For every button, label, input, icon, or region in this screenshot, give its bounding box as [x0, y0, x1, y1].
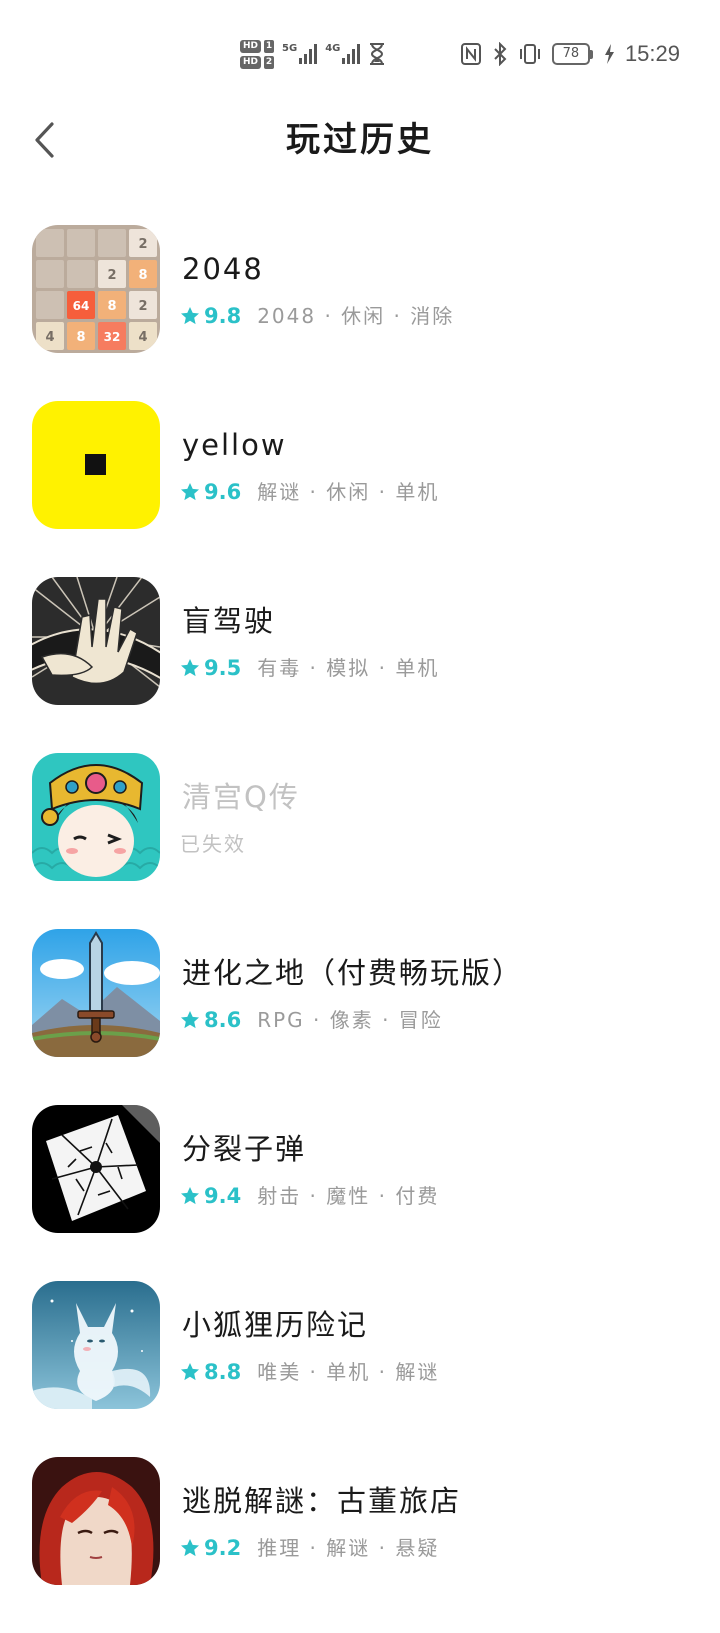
antique-hotel-icon	[32, 1457, 160, 1585]
svg-text:2: 2	[138, 237, 147, 252]
evoland-icon	[32, 929, 160, 1057]
list-item[interactable]: yellow 9.6 解谜 · 休闲 · 单机	[0, 401, 720, 577]
tags: 解谜 · 休闲 · 单机	[257, 480, 440, 504]
tags: 唯美 · 单机 · 解谜	[257, 1360, 440, 1384]
hd-badge-1: HD	[240, 39, 262, 53]
svg-text:2: 2	[107, 268, 116, 283]
star-icon	[181, 1363, 199, 1381]
svg-text:32: 32	[104, 330, 121, 344]
game-name: 进化之地（付费畅玩版）	[182, 956, 524, 990]
rating: 9.6	[204, 480, 242, 504]
rating: 8.6	[204, 1008, 242, 1032]
svg-text:2: 2	[138, 299, 147, 314]
game-name: 逃脱解謎：古董旅店	[182, 1484, 462, 1518]
game-meta: 8.8 唯美 · 单机 · 解谜	[180, 1359, 439, 1385]
rating: 9.2	[204, 1536, 242, 1560]
vibrate-icon	[519, 44, 540, 64]
tags: 推理 · 解谜 · 悬疑	[257, 1536, 440, 1560]
game-name: 盲驾驶	[182, 604, 276, 638]
tags: 有毒 · 模拟 · 单机	[257, 656, 440, 680]
charging-icon	[604, 44, 614, 64]
sim-2-badge: 2	[264, 55, 275, 69]
list-item[interactable]: 逃脱解謎：古董旅店 9.2 推理 · 解谜 · 悬疑	[0, 1457, 720, 1633]
list-item[interactable]: 清宫Q传 已失效	[0, 753, 720, 929]
game-name: 分裂子弹	[182, 1132, 307, 1166]
game-meta: 9.4 射击 · 魔性 · 付费	[180, 1183, 439, 1209]
tags: 射击 · 魔性 · 付费	[257, 1184, 440, 1208]
game-meta: 9.6 解谜 · 休闲 · 单机	[180, 479, 439, 505]
signal-4g-icon: 4G	[325, 44, 361, 64]
rating: 9.8	[204, 304, 242, 328]
rating: 9.4	[204, 1184, 242, 1208]
list-item[interactable]: 2 2 8 64 8 2 4 8 32 4 2048 9.8 2048 · 休闲…	[0, 225, 720, 401]
signal-5g-icon: 5G	[282, 44, 318, 64]
2048-icon: 2 2 8 64 8 2 4 8 32 4	[32, 225, 160, 353]
game-meta: 9.8 2048 · 休闲 · 消除	[180, 303, 454, 329]
split-bullet-icon	[32, 1105, 160, 1233]
game-name: 清宫Q传	[182, 780, 300, 814]
svg-text:4: 4	[45, 330, 54, 345]
tags: 2048 · 休闲 · 消除	[257, 304, 455, 328]
game-meta: 8.6 RPG · 像素 · 冒险	[180, 1007, 443, 1033]
list-item[interactable]: 盲驾驶 9.5 有毒 · 模拟 · 单机	[0, 577, 720, 753]
star-icon	[181, 659, 199, 677]
game-list: 2 2 8 64 8 2 4 8 32 4 2048 9.8 2048 · 休闲…	[0, 225, 720, 1633]
star-icon	[181, 1539, 199, 1557]
tags: RPG · 像素 · 冒险	[257, 1008, 443, 1032]
svg-text:64: 64	[73, 299, 90, 313]
list-item[interactable]: 小狐狸历险记 8.8 唯美 · 单机 · 解谜	[0, 1281, 720, 1457]
little-fox-icon	[32, 1281, 160, 1409]
bluetooth-icon	[494, 42, 507, 66]
list-item[interactable]: 分裂子弹 9.4 射击 · 魔性 · 付费	[0, 1105, 720, 1281]
game-name: yellow	[182, 428, 287, 462]
header: 玩过历史	[0, 100, 720, 180]
game-name: 小狐狸历险记	[182, 1308, 369, 1342]
yellow-icon	[32, 401, 160, 529]
svg-text:8: 8	[138, 268, 147, 283]
svg-text:4: 4	[138, 330, 147, 345]
star-icon	[181, 483, 199, 501]
invalid-status: 已失效	[180, 832, 246, 856]
svg-text:8: 8	[76, 330, 85, 345]
rating: 9.5	[204, 656, 242, 680]
page-title: 玩过历史	[286, 120, 434, 160]
qing-palace-icon	[32, 753, 160, 881]
star-icon	[181, 1187, 199, 1205]
svg-text:8: 8	[107, 299, 116, 314]
list-item[interactable]: 进化之地（付费畅玩版） 8.6 RPG · 像素 · 冒险	[0, 929, 720, 1105]
nfc-icon	[460, 43, 481, 65]
hourglass-icon	[370, 43, 385, 65]
status-bar: HD 1 HD 2 5G 4G 78 15:29	[0, 0, 720, 100]
game-meta: 已失效	[180, 831, 246, 857]
clock: 15:29	[624, 41, 680, 66]
star-icon	[181, 307, 199, 325]
blind-drive-icon	[32, 577, 160, 705]
game-meta: 9.2 推理 · 解谜 · 悬疑	[180, 1535, 439, 1561]
rating: 8.8	[204, 1360, 242, 1384]
sim-1-badge: 1	[264, 39, 275, 53]
game-meta: 9.5 有毒 · 模拟 · 单机	[180, 655, 439, 681]
hd-badge-2: HD	[240, 55, 262, 69]
battery-indicator: 78	[551, 43, 593, 65]
game-name: 2048	[182, 252, 264, 286]
star-icon	[181, 1011, 199, 1029]
signal-indicators: HD 1 HD 2 5G 4G	[240, 32, 386, 76]
